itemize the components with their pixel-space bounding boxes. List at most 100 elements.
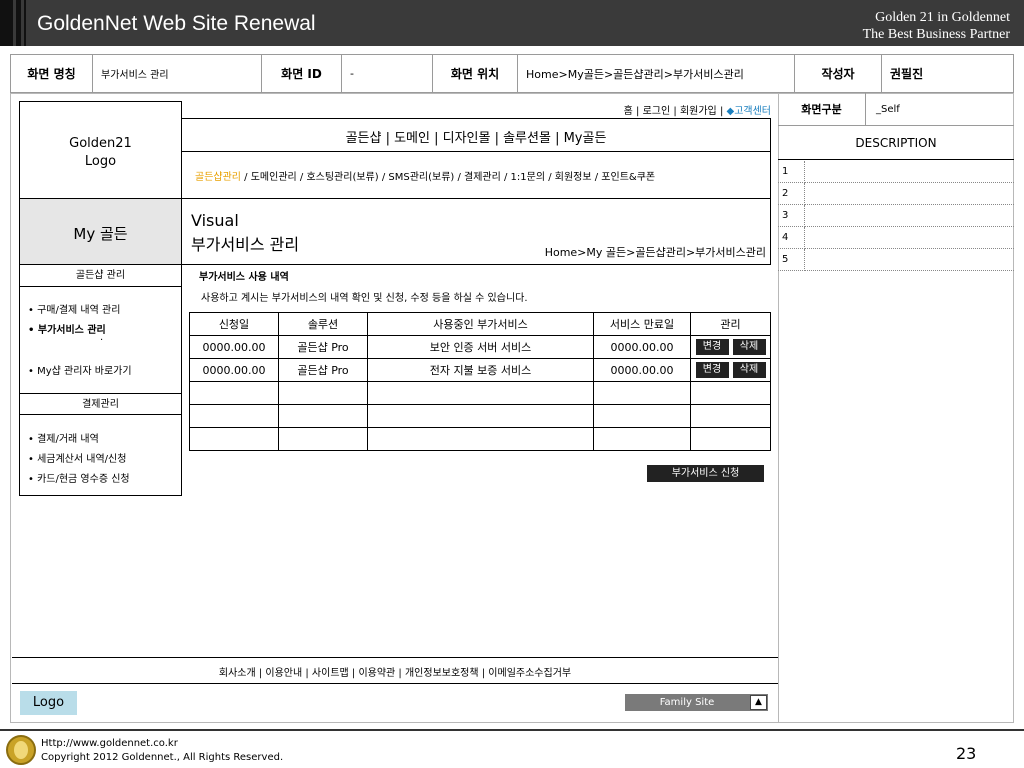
visual-banner: Visual 부가서비스 관리 Home>My 골든>골든샵관리>부가서비스관리 [181,199,771,265]
left-nav: 골든샵 관리 • 구매/결제 내역 관리 • 부가서비스 관리 · • My샵 … [19,265,182,496]
visual-page-title: 부가서비스 관리 [191,235,300,254]
section-description: 사용하고 계시는 부가서비스의 내역 확인 및 신청, 수정 등을 하실 수 있… [201,293,528,304]
home-link[interactable]: 홈 [624,106,633,117]
screen-location-label: 화면 위치 [432,54,518,93]
family-site-label: Family Site [659,697,715,708]
company-url: Http://www.goldennet.co.kr [41,738,178,749]
breadcrumb: Home>My 골든>골든샵관리>부가서비스관리 [544,246,766,259]
sub-nav-links: 골든샵관리 / 도메인관리 / 호스팅관리(보류) / SMS관리(보류) / … [195,168,655,183]
table-row: 0000.00.00 골든샵 Pro 보안 인증 서버 서비스 0000.00.… [189,335,771,359]
table-row-empty [189,381,771,405]
global-nav: 골든샵 | 도메인 | 디자인몰 | 솔루션몰 | My골든 [181,118,771,152]
table-header-row: 신청일 솔루션 사용중인 부가서비스 서비스 만료일 관리 [189,312,771,336]
edit-button[interactable]: 변경 [695,339,729,355]
column-header: 서비스 만료일 [593,312,691,336]
description-number: 1 [778,161,805,183]
screen-type-label: 화면구분 [778,93,866,126]
service-name: 보안 인증 서버 서비스 [367,335,594,359]
author-label: 작성자 [794,54,882,93]
expire-date: 0000.00.00 [593,358,691,382]
left-nav-item[interactable]: • 세금계산서 내역/신청 [28,450,126,465]
edit-button[interactable]: 변경 [695,362,729,378]
description-row: 2 [778,182,1014,205]
screen-location-value: Home>My골든>골든샵관리>부가서비스관리 [517,54,795,93]
copyright: Copyright 2012 Goldennet., All Rights Re… [41,752,284,763]
header-accent-bar [16,0,21,46]
separator: | [719,106,724,117]
column-header: 사용중인 부가서비스 [367,312,594,336]
delete-button[interactable]: 삭제 [732,339,766,355]
table-row: 0000.00.00 골든샵 Pro 전자 지불 보증 서비스 0000.00.… [189,358,771,382]
logo-text: Golden21 [69,136,132,151]
separator: | [673,106,677,117]
gnb-menu[interactable]: 골든샵 | 도메인 | 디자인몰 | 솔루션몰 | My골든 [181,127,771,146]
table-row-empty [189,427,771,451]
login-link[interactable]: 로그인 [643,106,671,117]
description-row: 4 [778,226,1014,249]
column-header: 관리 [690,312,771,336]
apply-date: 0000.00.00 [189,335,279,359]
left-nav-item[interactable]: • My샵 관리자 바로가기 [28,362,132,377]
screen-type-value: _Self [876,104,900,115]
sub-nav: 골든샵관리 / 도메인관리 / 호스팅관리(보류) / SMS관리(보류) / … [181,152,771,199]
description-row: 5 [778,248,1014,271]
solution-name: 골든샵 Pro [278,358,368,382]
sub-nav-items[interactable]: / 도메인관리 / 호스팅관리(보류) / SMS관리(보류) / 결제관리 /… [241,172,655,183]
description-number: 4 [778,226,805,249]
screen-name-label: 화면 명칭 [10,54,93,93]
site-footer-links: 회사소개 | 이용안내 | 사이트맵 | 이용약관 | 개인정보보호정책 | 이… [12,657,778,684]
table-row-empty [189,404,771,428]
goldennet-emblem-icon [6,735,36,765]
family-site-select[interactable]: Family Site ▲ [625,694,768,711]
description-number: 3 [778,204,805,227]
description-number: 5 [778,248,805,271]
service-table: 신청일 솔루션 사용중인 부가서비스 서비스 만료일 관리 0000.00.00… [189,312,771,451]
footer-logo[interactable]: Logo [20,691,77,715]
left-nav-item[interactable]: • 결제/거래 내역 [28,430,99,445]
left-nav-dot: · [100,335,104,346]
logo-text: Logo [84,154,117,169]
slide-tagline: The Best Business Partner [862,27,1010,42]
manage-cell: 변경 삭제 [690,358,771,382]
delete-button[interactable]: 삭제 [732,362,766,378]
screen-meta-table: 화면 명칭 부가서비스 관리 화면 ID - 화면 위치 Home>My골든>골… [10,54,1014,93]
arrow-up-icon[interactable]: ▲ [750,695,767,710]
footer-menu[interactable]: 회사소개 | 이용안내 | 사이트맵 | 이용약관 | 개인정보보호정책 | 이… [12,664,778,679]
page-number: 23 [956,744,977,763]
slide-tagline: Golden 21 in Goldennet [875,10,1010,25]
left-nav-item-active[interactable]: • 부가서비스 관리 [28,321,106,336]
description-title: DESCRIPTION [778,126,1014,160]
slide-header: GoldenNet Web Site Renewal Golden 21 in … [0,0,1024,46]
screen-name-value: 부가서비스 관리 [92,54,262,93]
apply-service-button[interactable]: 부가서비스 신청 [647,465,764,482]
slide-title: GoldenNet Web Site Renewal [37,12,316,35]
left-nav-title: My 골든 [73,225,128,243]
left-nav-section-goldenshop[interactable]: 골든샵 관리 [20,265,181,287]
column-header: 신청일 [189,312,279,336]
manage-cell: 변경 삭제 [690,335,771,359]
site-logo-box[interactable]: Golden21 Logo [19,101,182,199]
left-nav-item[interactable]: • 구매/결제 내역 관리 [28,301,120,316]
header-accent-bar [0,0,13,46]
screen-id-value: - [341,54,433,93]
sub-nav-item-goldenshop[interactable]: 골든샵관리 [195,172,241,183]
separator: | [636,106,640,117]
expire-date: 0000.00.00 [593,335,691,359]
description-number: 2 [778,182,805,205]
left-nav-item[interactable]: • 카드/현금 영수증 신청 [28,470,130,485]
screen-type-row: 화면구분 _Self [778,93,1014,126]
customer-center-link[interactable]: ◆고객센터 [727,106,772,117]
column-header: 솔루션 [278,312,368,336]
apply-date: 0000.00.00 [189,358,279,382]
header-accent-bar [24,0,26,46]
description-list: 1 2 3 4 5 [778,161,1014,271]
visual-label: Visual [191,211,239,230]
left-nav-title-box: My 골든 [19,199,182,265]
left-nav-section-payment[interactable]: 결제관리 [20,393,181,415]
signup-link[interactable]: 회원가입 [680,106,717,117]
screen-id-label: 화면 ID [261,54,342,93]
section-title: 부가서비스 사용 내역 [199,272,289,283]
utility-links: 홈 | 로그인 | 회원가입 | ◆고객센터 [560,102,771,118]
author-value: 권필진 [881,54,1014,93]
service-name: 전자 지불 보증 서비스 [367,358,594,382]
